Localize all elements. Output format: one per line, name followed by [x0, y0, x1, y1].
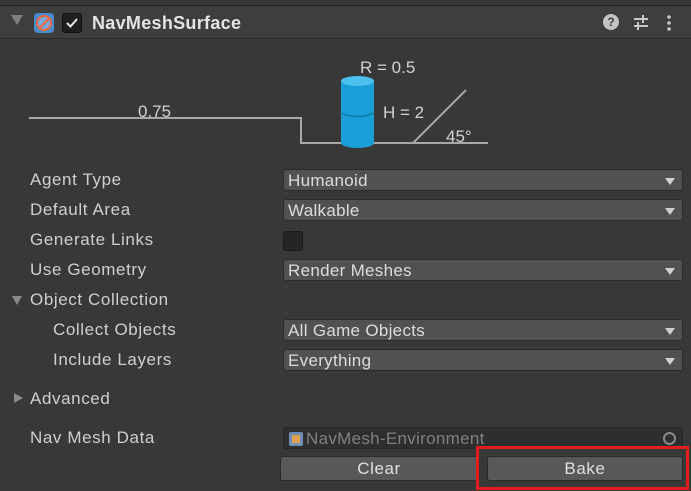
- object-picker-icon[interactable]: [663, 432, 676, 445]
- use-geometry-row: Use Geometry Render Meshes: [0, 257, 691, 285]
- agent-cylinder-icon: [340, 76, 375, 148]
- agent-type-value: Humanoid: [288, 171, 368, 190]
- collect-objects-dropdown[interactable]: All Game Objects: [283, 319, 683, 341]
- agent-height-label: H = 2: [383, 103, 424, 122]
- advanced-label[interactable]: Advanced: [30, 389, 110, 409]
- object-collection-label[interactable]: Object Collection: [30, 290, 169, 310]
- checkmark-icon: [66, 18, 78, 28]
- nav-mesh-data-label: Nav Mesh Data: [30, 428, 155, 447]
- nav-mesh-data-value: NavMesh-Environment: [306, 429, 485, 448]
- bake-button-highlight-box: [476, 446, 689, 490]
- include-layers-dropdown[interactable]: Everything: [283, 349, 683, 371]
- chevron-down-icon: [665, 358, 675, 365]
- generate-links-row: Generate Links: [0, 227, 691, 255]
- include-layers-row: Include Layers Everything: [0, 347, 691, 375]
- agent-type-dropdown[interactable]: Humanoid: [283, 169, 683, 191]
- default-area-row: Default Area Walkable: [0, 197, 691, 225]
- generate-links-checkbox[interactable]: [283, 231, 303, 251]
- agent-radius-label: R = 0.5: [360, 58, 415, 77]
- collect-objects-label: Collect Objects: [53, 320, 177, 339]
- max-slope-label: 45°: [446, 127, 472, 146]
- chevron-down-icon: [665, 178, 675, 185]
- use-geometry-dropdown[interactable]: Render Meshes: [283, 259, 683, 281]
- chevron-down-icon: [665, 208, 675, 215]
- agent-type-label: Agent Type: [30, 170, 122, 189]
- navmesh-surface-component-icon: [34, 13, 54, 33]
- help-icon[interactable]: ?: [603, 14, 619, 30]
- foldout-collapsed-arrow-icon[interactable]: [14, 393, 23, 403]
- context-menu-kebab-icon[interactable]: [665, 14, 673, 37]
- use-geometry-label: Use Geometry: [30, 260, 147, 279]
- collect-objects-row: Collect Objects All Game Objects: [0, 317, 691, 345]
- component-enabled-checkbox[interactable]: [62, 13, 82, 33]
- default-area-dropdown[interactable]: Walkable: [283, 199, 683, 221]
- object-collection-foldout[interactable]: Object Collection: [0, 287, 691, 315]
- chevron-down-icon: [665, 328, 675, 335]
- include-layers-label: Include Layers: [53, 350, 172, 369]
- component-foldout-arrow-icon[interactable]: [11, 15, 23, 25]
- component-header[interactable]: NavMeshSurface ?: [0, 6, 691, 39]
- step-height-label: 0.75: [138, 102, 171, 121]
- foldout-expanded-arrow-icon[interactable]: [12, 296, 22, 305]
- default-area-value: Walkable: [288, 201, 360, 220]
- navmesh-asset-icon: [289, 432, 303, 446]
- default-area-label: Default Area: [30, 200, 131, 219]
- use-geometry-value: Render Meshes: [288, 261, 412, 280]
- agent-diagram: 0.75 R = 0.5 H = 2 45°: [29, 58, 488, 148]
- agent-type-row: Agent Type Humanoid: [0, 167, 691, 195]
- presets-icon[interactable]: [632, 14, 650, 37]
- include-layers-value: Everything: [288, 351, 372, 370]
- chevron-down-icon: [665, 268, 675, 275]
- clear-button[interactable]: Clear: [280, 456, 478, 481]
- collect-objects-value: All Game Objects: [288, 321, 426, 340]
- advanced-foldout[interactable]: Advanced: [0, 386, 691, 414]
- generate-links-label: Generate Links: [30, 230, 154, 249]
- component-title: NavMeshSurface: [92, 13, 242, 33]
